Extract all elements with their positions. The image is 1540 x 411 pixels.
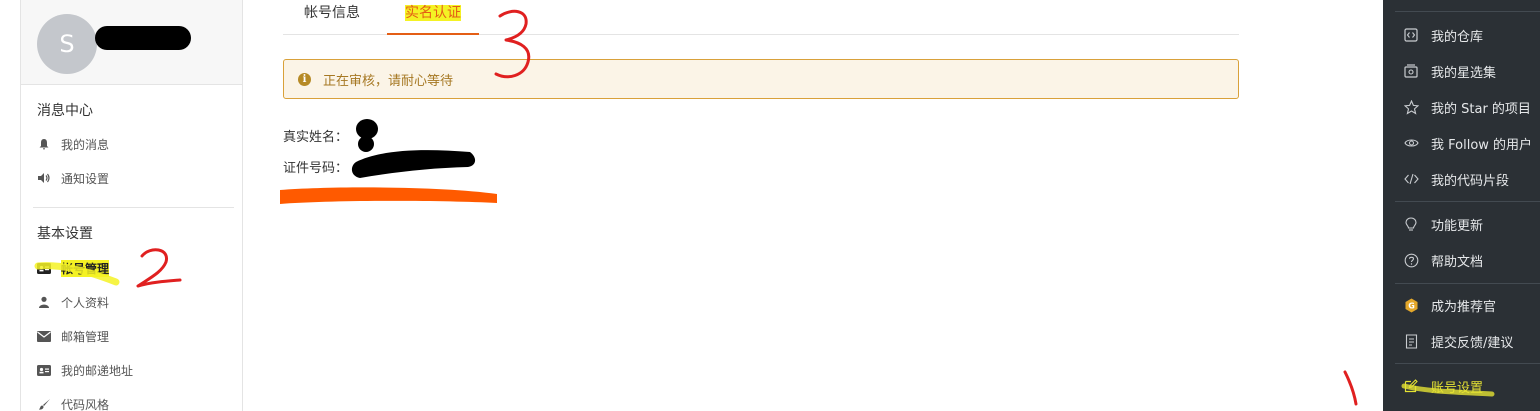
sidebar-item-my-messages[interactable]: 我的消息 xyxy=(37,134,109,154)
menu-item-code-snippets[interactable]: 我的代码片段 xyxy=(1403,168,1509,190)
review-status-alert: i 正在审核，请耐心等待 xyxy=(283,59,1239,99)
alert-message: 正在审核，请耐心等待 xyxy=(323,73,454,89)
field-label: 证件号码： xyxy=(283,161,349,176)
tab-real-name-verification[interactable]: 实名认证 xyxy=(387,2,479,35)
sidebar-item-label: 我的消息 xyxy=(61,137,110,152)
sidebar-item-label: 邮箱管理 xyxy=(61,329,110,344)
sidebar-item-email-management[interactable]: 邮箱管理 xyxy=(37,326,109,346)
badge-icon: G xyxy=(1403,297,1419,313)
info-icon: i xyxy=(298,72,311,86)
volume-icon xyxy=(37,171,51,185)
left-sidebar: S 消息中心 我的消息 通知设置 基本设置 帐号管理 个人资料 邮箱管理 我的邮… xyxy=(20,0,243,411)
sidebar-item-label: 通知设置 xyxy=(61,171,110,186)
sidebar-item-label: 个人资料 xyxy=(61,295,110,310)
code-box-icon xyxy=(1403,27,1419,43)
star-collection-icon xyxy=(1403,63,1419,79)
bell-icon xyxy=(37,137,51,151)
menu-item-account-settings[interactable]: 账号设置 xyxy=(1403,375,1483,397)
menu-item-starred-projects[interactable]: 我的 Star 的项目 xyxy=(1403,96,1531,118)
sidebar-item-notification-settings[interactable]: 通知设置 xyxy=(37,168,109,188)
menu-item-label: 我的代码片段 xyxy=(1431,173,1510,189)
tab-label: 实名认证 xyxy=(405,5,461,21)
tab-account-info[interactable]: 帐号信息 xyxy=(304,2,360,35)
avatar[interactable]: S xyxy=(37,14,97,74)
field-real-name: 真实姓名： xyxy=(283,126,348,145)
menu-item-label: 提交反馈/建议 xyxy=(1431,335,1514,351)
divider xyxy=(1395,283,1540,284)
sidebar-item-code-style[interactable]: 代码风格 xyxy=(37,394,109,411)
menu-item-label: 我的仓库 xyxy=(1431,29,1484,45)
menu-item-submit-feedback[interactable]: 提交反馈/建议 xyxy=(1403,330,1513,352)
divider xyxy=(1395,201,1540,202)
menu-item-my-star-collections[interactable]: 我的星选集 xyxy=(1403,60,1496,82)
envelope-icon xyxy=(37,329,51,343)
right-dropdown-menu: 我的仓库 我的星选集 我的 Star 的项目 我 Follow 的用户 我的代码… xyxy=(1383,0,1540,411)
field-id-number: 证件号码： xyxy=(283,157,348,176)
field-label: 真实姓名： xyxy=(283,130,349,145)
sidebar-item-label: 帐号管理 xyxy=(61,259,110,277)
menu-item-become-referrer[interactable]: G 成为推荐官 xyxy=(1403,294,1496,316)
menu-item-feature-updates[interactable]: 功能更新 xyxy=(1403,213,1483,235)
menu-item-my-repositories[interactable]: 我的仓库 xyxy=(1403,24,1483,46)
id-card-icon xyxy=(37,261,51,275)
edit-icon xyxy=(1403,378,1419,394)
sidebar-item-mailing-address[interactable]: 我的邮递地址 xyxy=(37,360,133,380)
address-card-icon xyxy=(37,363,51,377)
eye-icon xyxy=(1403,135,1419,151)
tab-bar: 帐号信息 实名认证 xyxy=(283,0,1239,35)
question-circle-icon xyxy=(1403,252,1419,268)
divider xyxy=(1395,11,1540,12)
menu-item-label: 我的 Star 的项目 xyxy=(1431,101,1531,117)
lightbulb-icon xyxy=(1403,216,1419,232)
menu-item-label: 功能更新 xyxy=(1431,218,1484,234)
paintbrush-icon xyxy=(37,397,51,411)
svg-text:G: G xyxy=(1408,301,1415,310)
username-redaction xyxy=(95,26,191,50)
menu-item-help-docs[interactable]: 帮助文档 xyxy=(1403,249,1483,271)
menu-item-followed-users[interactable]: 我 Follow 的用户 xyxy=(1403,132,1532,154)
edit-document-icon xyxy=(1403,333,1419,349)
profile-header: S xyxy=(21,0,242,85)
menu-item-label: 帮助文档 xyxy=(1431,254,1484,270)
section-title-message-center: 消息中心 xyxy=(37,103,93,119)
menu-item-label: 我 Follow 的用户 xyxy=(1431,137,1533,153)
menu-item-label: 我的星选集 xyxy=(1431,65,1497,81)
sidebar-item-profile[interactable]: 个人资料 xyxy=(37,292,109,312)
sidebar-item-label: 我的邮递地址 xyxy=(61,363,134,378)
menu-item-label: 账号设置 xyxy=(1431,380,1484,396)
code-icon xyxy=(1403,171,1419,187)
section-title-basic-settings: 基本设置 xyxy=(37,226,93,242)
divider xyxy=(33,207,234,208)
menu-item-label: 成为推荐官 xyxy=(1431,299,1497,315)
sidebar-item-label: 代码风格 xyxy=(61,397,110,411)
user-icon xyxy=(37,295,51,309)
star-icon xyxy=(1403,99,1419,115)
sidebar-item-account-management[interactable]: 帐号管理 xyxy=(37,258,110,278)
divider xyxy=(1395,363,1540,364)
